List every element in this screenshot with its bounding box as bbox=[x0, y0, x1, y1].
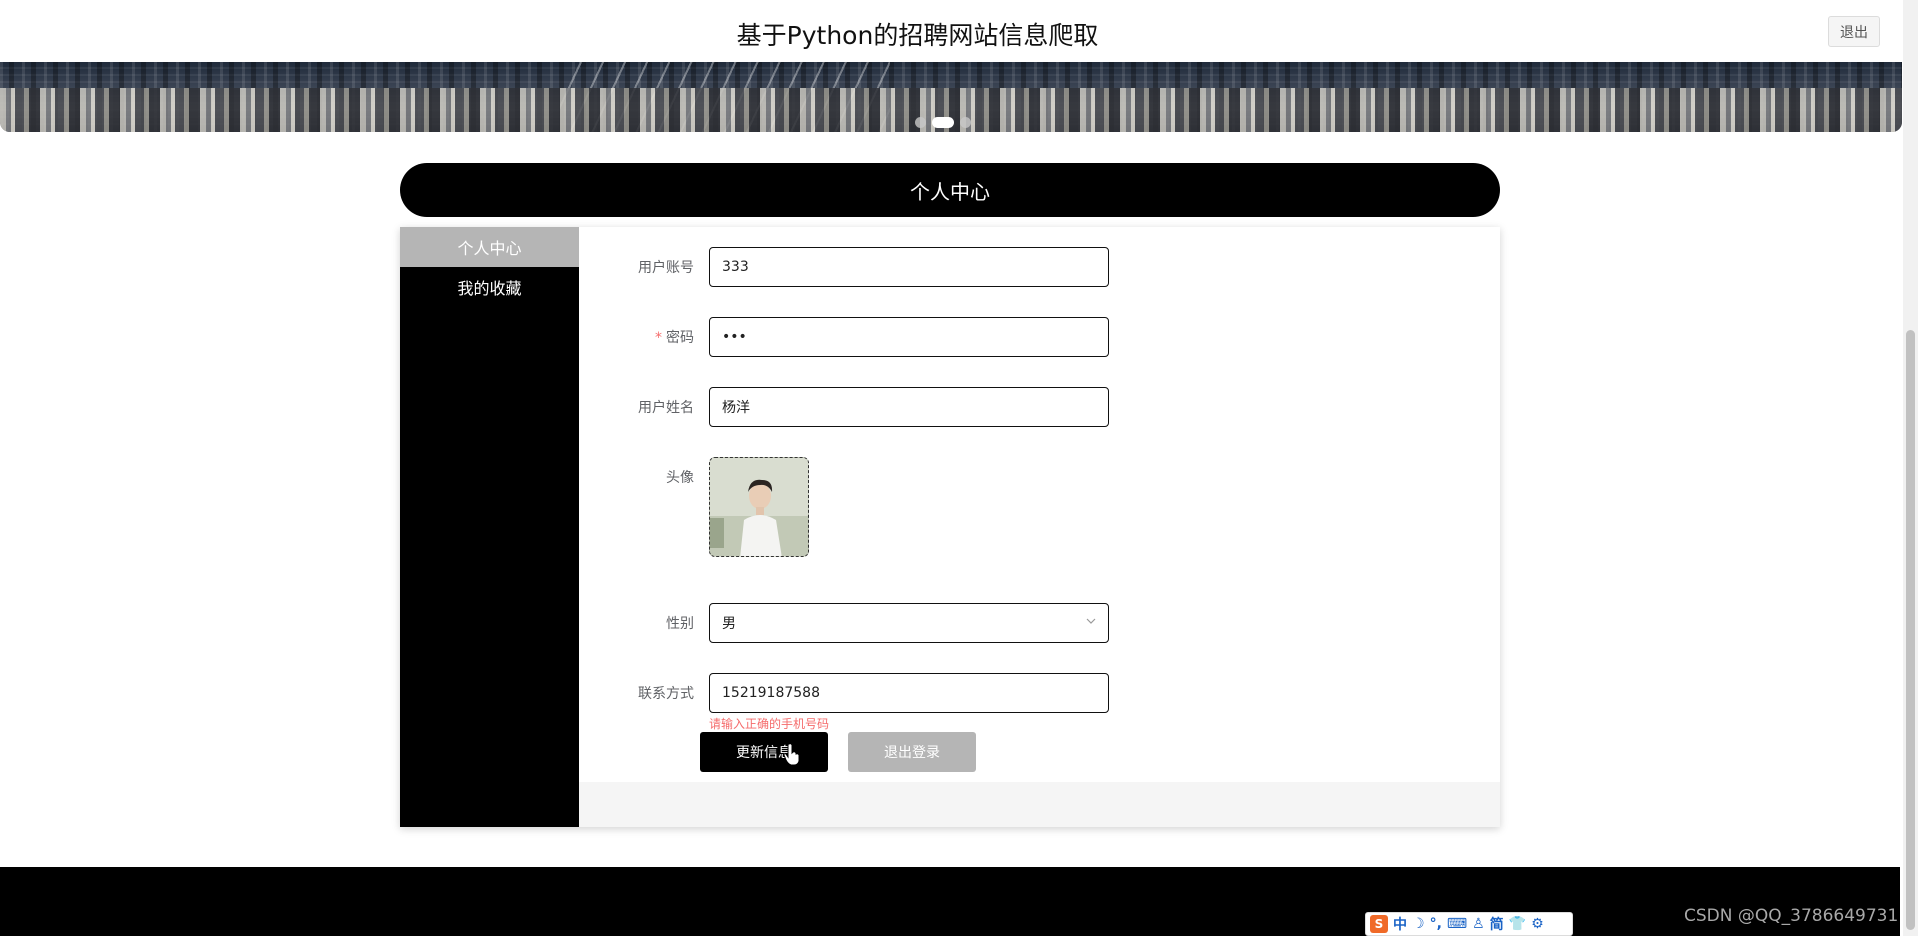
section-title: 个人中心 bbox=[910, 179, 990, 204]
contact-error-message: 请输入正确的手机号码 bbox=[709, 717, 830, 731]
ime-moon-icon[interactable]: ☽ bbox=[1412, 916, 1425, 932]
account-input[interactable] bbox=[709, 247, 1109, 287]
csdn-watermark: CSDN @QQ_3786649731 bbox=[1684, 906, 1899, 926]
ime-skin-icon[interactable]: 👕 bbox=[1509, 916, 1526, 932]
ime-logo-icon[interactable]: S bbox=[1370, 915, 1388, 933]
carousel-indicators bbox=[915, 117, 971, 128]
password-label: 密码 bbox=[666, 330, 694, 346]
carousel-dot-2[interactable] bbox=[932, 117, 954, 128]
side-nav: 个人中心 我的收藏 bbox=[400, 227, 579, 827]
ime-settings-icon[interactable]: ⚙ bbox=[1531, 916, 1544, 932]
scrollbar-thumb[interactable] bbox=[1906, 330, 1915, 930]
avatar-photo bbox=[710, 458, 808, 556]
avatar-upload[interactable] bbox=[709, 457, 809, 557]
ime-simplified-icon[interactable]: 简 bbox=[1490, 914, 1504, 934]
top-header: 基于Python的招聘网站信息爬取 退出 bbox=[0, 0, 1900, 62]
password-label-row: * 密码 bbox=[579, 327, 694, 347]
gender-select[interactable]: 男 bbox=[709, 603, 1109, 643]
page-scrollbar[interactable] bbox=[1903, 0, 1918, 936]
carousel-dot-1[interactable] bbox=[915, 117, 926, 128]
avatar-label: 头像 bbox=[666, 470, 694, 486]
hand-cursor-icon bbox=[783, 743, 800, 766]
profile-panel: 个人中心 我的收藏 用户账号 *密码 ••• 用户姓名 头像 bbox=[400, 227, 1500, 827]
gender-selected-value: 男 bbox=[722, 616, 736, 632]
gender-label: 性别 bbox=[666, 616, 694, 632]
account-label: 用户账号 bbox=[638, 260, 694, 276]
ime-user-icon[interactable]: ♙ bbox=[1472, 916, 1485, 932]
logout-button[interactable]: 退出登录 bbox=[848, 732, 976, 772]
sidebar-item-my-favorites[interactable]: 我的收藏 bbox=[400, 267, 579, 307]
carousel-dot-3[interactable] bbox=[960, 117, 971, 128]
contact-input[interactable] bbox=[709, 673, 1109, 713]
section-title-bar: 个人中心 bbox=[400, 163, 1500, 217]
ime-chinese-mode-icon[interactable]: 中 bbox=[1393, 914, 1407, 934]
update-info-button[interactable]: 更新信息 bbox=[700, 732, 828, 772]
password-input[interactable]: ••• bbox=[709, 317, 1109, 357]
ime-punctuation-icon[interactable]: °, bbox=[1430, 916, 1442, 932]
page-footer bbox=[0, 867, 1900, 936]
name-input[interactable] bbox=[709, 387, 1109, 427]
contact-label: 联系方式 bbox=[638, 686, 694, 702]
top-logout-button[interactable]: 退出 bbox=[1828, 16, 1880, 47]
chevron-down-icon bbox=[1086, 618, 1096, 624]
profile-form: 用户账号 *密码 ••• 用户姓名 头像 bbox=[579, 227, 1500, 782]
ime-toolbar: S 中 ☽ °, ⌨ ♙ 简 👕 ⚙ bbox=[1365, 912, 1573, 936]
site-title: 基于Python的招聘网站信息爬取 bbox=[736, 21, 1099, 50]
viewport: 基于Python的招聘网站信息爬取 退出 个人中心 个人中心 我的收藏 用户账号… bbox=[0, 0, 1918, 936]
name-label: 用户姓名 bbox=[638, 400, 694, 416]
sidebar-item-personal-center[interactable]: 个人中心 bbox=[400, 227, 579, 267]
ime-keyboard-icon[interactable]: ⌨ bbox=[1447, 916, 1467, 932]
required-mark: * bbox=[655, 330, 662, 346]
